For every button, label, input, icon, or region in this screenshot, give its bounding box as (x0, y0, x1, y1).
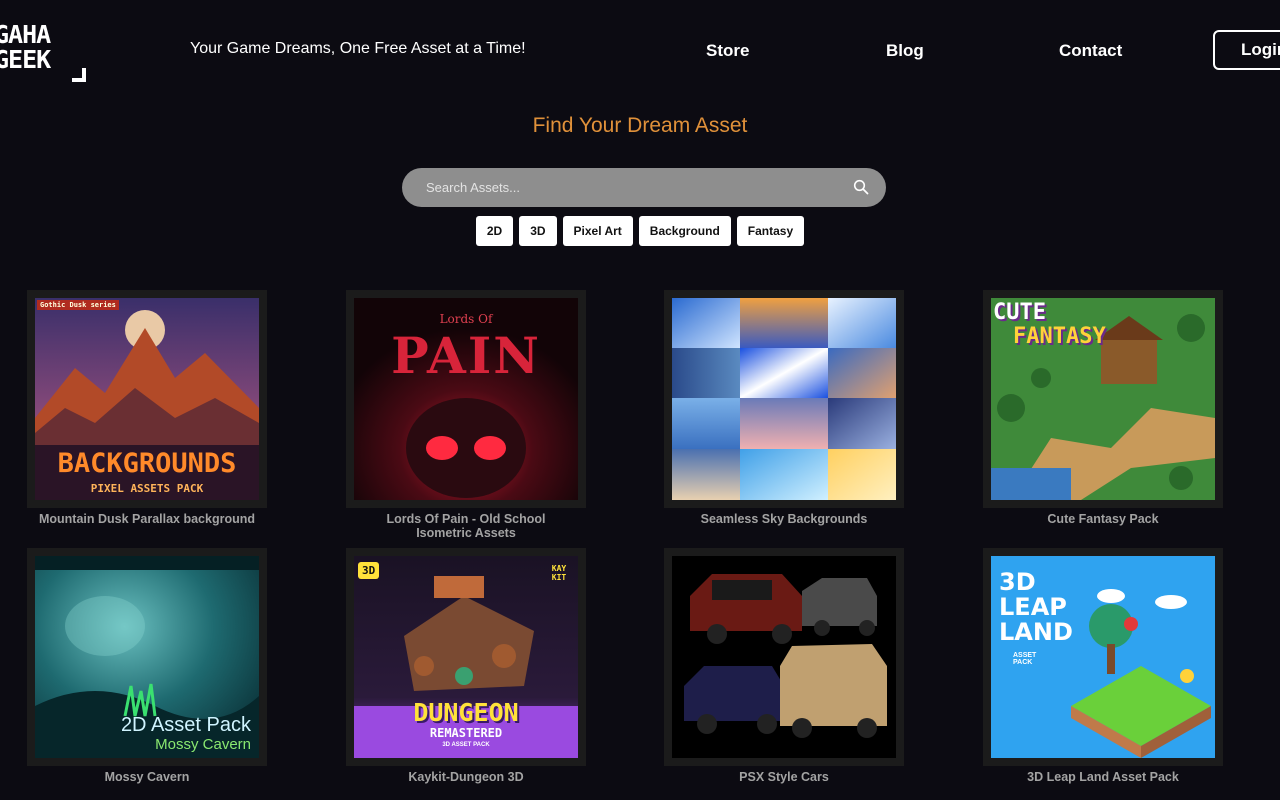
asset-card-mountain-dusk[interactable]: Gothic Dusk series BACKGROUNDS PIXEL ASS… (27, 290, 267, 508)
art-title: DUNGEON (413, 698, 519, 727)
asset-card-lords-of-pain[interactable]: Lords Of PAIN (346, 290, 586, 508)
asset-title[interactable]: PSX Style Cars (654, 770, 914, 784)
art-brand: KAY KIT (551, 564, 567, 582)
logo-corner-mark (72, 68, 86, 82)
asset-title[interactable]: Kaykit-Dungeon 3D (336, 770, 596, 784)
art-badge-3d: 3D (358, 562, 380, 579)
art-title: 3D LEAP LAND (999, 568, 1073, 646)
asset-card-seamless-sky[interactable] (664, 290, 904, 508)
art-title: BACKGROUNDS (57, 448, 237, 479)
tag-background[interactable]: Background (638, 216, 731, 246)
asset-thumbnail[interactable]: 3D LEAP LAND ASSET PACK (991, 556, 1215, 758)
tag-3d[interactable]: 3D (519, 216, 557, 246)
site-header: GAHA GEEK Your Game Dreams, One Free Ass… (0, 0, 1280, 100)
art-title-line-2: FANTASY (1013, 324, 1106, 349)
nav-blog-link[interactable]: Blog (886, 41, 924, 61)
tag-pixel-art[interactable]: Pixel Art (562, 216, 633, 246)
asset-card-psx-cars[interactable] (664, 548, 904, 766)
asset-thumbnail[interactable]: Lords Of PAIN (354, 298, 578, 500)
art-title: 2D Asset Pack (120, 714, 251, 736)
asset-title[interactable]: Cute Fantasy Pack (973, 512, 1233, 526)
art-caption: ASSET PACK (1013, 652, 1037, 666)
asset-title[interactable]: 3D Leap Land Asset Pack (973, 770, 1233, 784)
art-caption: 3D ASSET PACK (442, 742, 490, 748)
asset-thumbnail[interactable]: Gothic Dusk series BACKGROUNDS PIXEL ASS… (35, 298, 259, 500)
asset-thumbnail[interactable]: 2D Asset Pack Mossy Cavern (35, 556, 259, 758)
nav-contact-link[interactable]: Contact (1059, 41, 1122, 61)
art-subtitle: PIXEL ASSETS PACK (90, 482, 204, 495)
asset-thumbnail[interactable]: CUTE FANTASY (991, 298, 1215, 500)
art-title-line-1: CUTE (993, 300, 1046, 325)
asset-thumbnail[interactable] (672, 556, 896, 758)
search-icon[interactable] (853, 179, 869, 195)
login-button[interactable]: Login (1213, 30, 1280, 70)
search-heading: Find Your Dream Asset (532, 114, 748, 137)
asset-thumbnail[interactable] (672, 298, 896, 500)
search-input[interactable] (402, 168, 842, 207)
site-tagline: Your Game Dreams, One Free Asset at a Ti… (190, 40, 526, 57)
tag-filter-bar: 2D 3D Pixel Art Background Fantasy (0, 216, 1280, 246)
art-subtitle: Mossy Cavern (155, 736, 251, 753)
nav-store-link[interactable]: Store (706, 41, 749, 61)
asset-title[interactable]: Seamless Sky Backgrounds (654, 512, 914, 526)
asset-title[interactable]: Mossy Cavern (17, 770, 277, 784)
asset-card-kaykit-dungeon[interactable]: 3D KAY KIT DUNGEON REMASTERED 3D ASSET P… (346, 548, 586, 766)
asset-title[interactable]: Mountain Dusk Parallax background (17, 512, 277, 526)
tag-2d[interactable]: 2D (475, 216, 514, 246)
asset-thumbnail[interactable]: 3D KAY KIT DUNGEON REMASTERED 3D ASSET P… (354, 556, 578, 758)
site-logo[interactable]: GAHA GEEK (0, 22, 90, 84)
asset-card-cute-fantasy[interactable]: CUTE FANTASY (983, 290, 1223, 508)
asset-card-leap-land[interactable]: 3D LEAP LAND ASSET PACK (983, 548, 1223, 766)
search-bar (402, 168, 886, 207)
asset-title[interactable]: Lords Of Pain - Old School Isometric Ass… (336, 512, 596, 540)
art-small-title: Lords Of (439, 312, 493, 326)
art-subtitle: REMASTERED (429, 726, 503, 740)
tag-fantasy[interactable]: Fantasy (736, 216, 805, 246)
logo-line-1: GAHA (0, 20, 51, 49)
art-title: PAIN (391, 326, 541, 385)
art-series-badge: Gothic Dusk series (37, 300, 119, 310)
asset-card-mossy-cavern[interactable]: 2D Asset Pack Mossy Cavern (27, 548, 267, 766)
